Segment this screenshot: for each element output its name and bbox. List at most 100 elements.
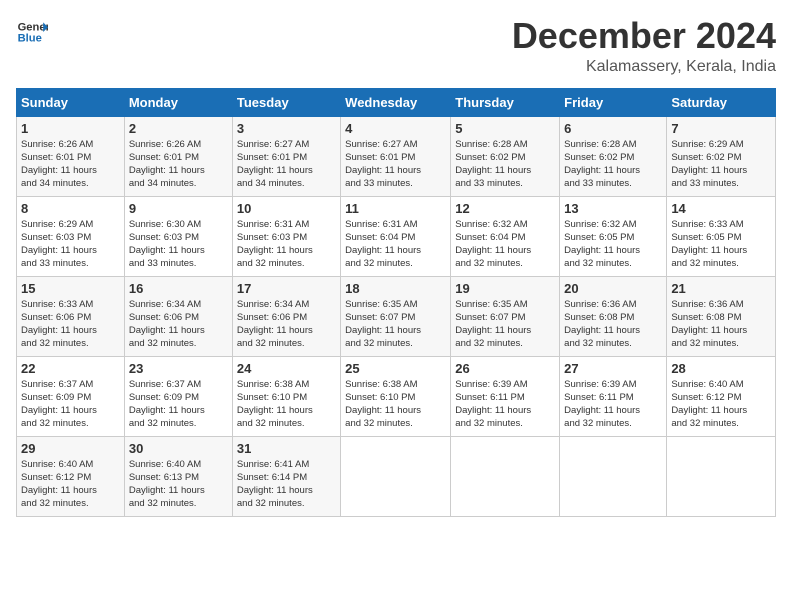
- day-number: 31: [237, 441, 336, 456]
- day-info: Sunrise: 6:35 AM Sunset: 6:07 PM Dayligh…: [455, 298, 555, 351]
- day-info: Sunrise: 6:37 AM Sunset: 6:09 PM Dayligh…: [21, 378, 120, 431]
- day-info: Sunrise: 6:39 AM Sunset: 6:11 PM Dayligh…: [564, 378, 662, 431]
- table-row: [341, 436, 451, 516]
- calendar-subtitle: Kalamassery, Kerala, India: [512, 58, 776, 76]
- day-number: 25: [345, 361, 446, 376]
- logo: General Blue: [16, 16, 48, 48]
- day-number: 1: [21, 121, 120, 136]
- table-row: 10 Sunrise: 6:31 AM Sunset: 6:03 PM Dayli…: [232, 196, 340, 276]
- day-number: 13: [564, 201, 662, 216]
- day-info: Sunrise: 6:38 AM Sunset: 6:10 PM Dayligh…: [345, 378, 446, 431]
- day-info: Sunrise: 6:28 AM Sunset: 6:02 PM Dayligh…: [564, 138, 662, 191]
- table-row: 13 Sunrise: 6:32 AM Sunset: 6:05 PM Dayli…: [560, 196, 667, 276]
- table-row: 25 Sunrise: 6:38 AM Sunset: 6:10 PM Dayli…: [341, 356, 451, 436]
- day-info: Sunrise: 6:35 AM Sunset: 6:07 PM Dayligh…: [345, 298, 446, 351]
- day-info: Sunrise: 6:33 AM Sunset: 6:05 PM Dayligh…: [671, 218, 771, 271]
- day-number: 28: [671, 361, 771, 376]
- day-number: 9: [129, 201, 228, 216]
- table-row: 7 Sunrise: 6:29 AM Sunset: 6:02 PM Daylig…: [667, 116, 776, 196]
- day-info: Sunrise: 6:31 AM Sunset: 6:03 PM Dayligh…: [237, 218, 336, 271]
- table-row: 20 Sunrise: 6:36 AM Sunset: 6:08 PM Dayli…: [560, 276, 667, 356]
- day-number: 27: [564, 361, 662, 376]
- day-info: Sunrise: 6:27 AM Sunset: 6:01 PM Dayligh…: [237, 138, 336, 191]
- day-number: 19: [455, 281, 555, 296]
- table-row: 31 Sunrise: 6:41 AM Sunset: 6:14 PM Dayli…: [232, 436, 340, 516]
- day-number: 18: [345, 281, 446, 296]
- day-number: 15: [21, 281, 120, 296]
- day-number: 6: [564, 121, 662, 136]
- day-number: 29: [21, 441, 120, 456]
- svg-text:Blue: Blue: [18, 33, 42, 45]
- day-number: 10: [237, 201, 336, 216]
- table-row: 19 Sunrise: 6:35 AM Sunset: 6:07 PM Dayli…: [451, 276, 560, 356]
- day-number: 22: [21, 361, 120, 376]
- day-info: Sunrise: 6:32 AM Sunset: 6:05 PM Dayligh…: [564, 218, 662, 271]
- table-row: 30 Sunrise: 6:40 AM Sunset: 6:13 PM Dayli…: [124, 436, 232, 516]
- table-row: 4Sunrise: 6:27 AM Sunset: 6:01 PM Daylig…: [341, 116, 451, 196]
- page-header: General Blue December 2024 Kalamassery, …: [16, 16, 776, 76]
- day-info: Sunrise: 6:34 AM Sunset: 6:06 PM Dayligh…: [237, 298, 336, 351]
- day-info: Sunrise: 6:26 AM Sunset: 6:01 PM Dayligh…: [21, 138, 120, 191]
- day-info: Sunrise: 6:31 AM Sunset: 6:04 PM Dayligh…: [345, 218, 446, 271]
- day-info: Sunrise: 6:29 AM Sunset: 6:03 PM Dayligh…: [21, 218, 120, 271]
- table-row: 15Sunrise: 6:33 AM Sunset: 6:06 PM Dayli…: [17, 276, 125, 356]
- calendar-week-2: 15Sunrise: 6:33 AM Sunset: 6:06 PM Dayli…: [17, 276, 776, 356]
- table-row: 9 Sunrise: 6:30 AM Sunset: 6:03 PM Daylig…: [124, 196, 232, 276]
- table-row: 12 Sunrise: 6:32 AM Sunset: 6:04 PM Dayli…: [451, 196, 560, 276]
- calendar-week-0: 1 Sunrise: 6:26 AM Sunset: 6:01 PM Daylig…: [17, 116, 776, 196]
- table-row: 16Sunrise: 6:34 AM Sunset: 6:06 PM Dayli…: [124, 276, 232, 356]
- table-row: 6 Sunrise: 6:28 AM Sunset: 6:02 PM Daylig…: [560, 116, 667, 196]
- table-row: 24 Sunrise: 6:38 AM Sunset: 6:10 PM Dayli…: [232, 356, 340, 436]
- col-thursday: Thursday: [451, 88, 560, 116]
- col-monday: Monday: [124, 88, 232, 116]
- table-row: 26Sunrise: 6:39 AM Sunset: 6:11 PM Dayli…: [451, 356, 560, 436]
- col-tuesday: Tuesday: [232, 88, 340, 116]
- col-sunday: Sunday: [17, 88, 125, 116]
- calendar-title: December 2024: [512, 16, 776, 56]
- day-number: 24: [237, 361, 336, 376]
- day-number: 3: [237, 121, 336, 136]
- table-row: [451, 436, 560, 516]
- table-row: 2Sunrise: 6:26 AM Sunset: 6:01 PM Daylig…: [124, 116, 232, 196]
- day-number: 21: [671, 281, 771, 296]
- table-row: 28 Sunrise: 6:40 AM Sunset: 6:12 PM Dayli…: [667, 356, 776, 436]
- calendar-header-row: Sunday Monday Tuesday Wednesday Thursday…: [17, 88, 776, 116]
- day-number: 7: [671, 121, 771, 136]
- table-row: 5Sunrise: 6:28 AM Sunset: 6:02 PM Daylig…: [451, 116, 560, 196]
- day-info: Sunrise: 6:40 AM Sunset: 6:12 PM Dayligh…: [671, 378, 771, 431]
- calendar-table: Sunday Monday Tuesday Wednesday Thursday…: [16, 88, 776, 517]
- day-number: 26: [455, 361, 555, 376]
- day-number: 2: [129, 121, 228, 136]
- day-number: 14: [671, 201, 771, 216]
- title-block: December 2024 Kalamassery, Kerala, India: [512, 16, 776, 76]
- logo-icon: General Blue: [16, 16, 48, 48]
- day-info: Sunrise: 6:41 AM Sunset: 6:14 PM Dayligh…: [237, 458, 336, 511]
- table-row: 17 Sunrise: 6:34 AM Sunset: 6:06 PM Dayli…: [232, 276, 340, 356]
- table-row: 27 Sunrise: 6:39 AM Sunset: 6:11 PM Dayli…: [560, 356, 667, 436]
- day-info: Sunrise: 6:32 AM Sunset: 6:04 PM Dayligh…: [455, 218, 555, 271]
- day-number: 20: [564, 281, 662, 296]
- day-info: Sunrise: 6:29 AM Sunset: 6:02 PM Dayligh…: [671, 138, 771, 191]
- table-row: 1 Sunrise: 6:26 AM Sunset: 6:01 PM Daylig…: [17, 116, 125, 196]
- day-info: Sunrise: 6:38 AM Sunset: 6:10 PM Dayligh…: [237, 378, 336, 431]
- col-friday: Friday: [560, 88, 667, 116]
- table-row: 23Sunrise: 6:37 AM Sunset: 6:09 PM Dayli…: [124, 356, 232, 436]
- table-row: 21Sunrise: 6:36 AM Sunset: 6:08 PM Dayli…: [667, 276, 776, 356]
- table-row: 29Sunrise: 6:40 AM Sunset: 6:12 PM Dayli…: [17, 436, 125, 516]
- calendar-week-3: 22 Sunrise: 6:37 AM Sunset: 6:09 PM Dayli…: [17, 356, 776, 436]
- table-row: 14 Sunrise: 6:33 AM Sunset: 6:05 PM Dayli…: [667, 196, 776, 276]
- day-info: Sunrise: 6:40 AM Sunset: 6:13 PM Dayligh…: [129, 458, 228, 511]
- table-row: [667, 436, 776, 516]
- table-row: 11 Sunrise: 6:31 AM Sunset: 6:04 PM Dayli…: [341, 196, 451, 276]
- day-info: Sunrise: 6:27 AM Sunset: 6:01 PM Dayligh…: [345, 138, 446, 191]
- day-number: 11: [345, 201, 446, 216]
- day-info: Sunrise: 6:36 AM Sunset: 6:08 PM Dayligh…: [564, 298, 662, 351]
- day-number: 17: [237, 281, 336, 296]
- col-saturday: Saturday: [667, 88, 776, 116]
- calendar-week-1: 8Sunrise: 6:29 AM Sunset: 6:03 PM Daylig…: [17, 196, 776, 276]
- day-number: 12: [455, 201, 555, 216]
- table-row: [560, 436, 667, 516]
- day-number: 30: [129, 441, 228, 456]
- day-info: Sunrise: 6:30 AM Sunset: 6:03 PM Dayligh…: [129, 218, 228, 271]
- table-row: 18 Sunrise: 6:35 AM Sunset: 6:07 PM Dayli…: [341, 276, 451, 356]
